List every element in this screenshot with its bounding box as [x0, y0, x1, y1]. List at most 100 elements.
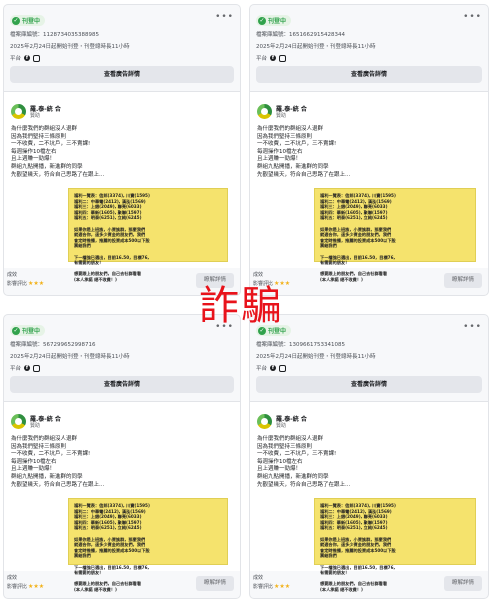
see-ad-details-button[interactable]: 查看廣告詳情: [256, 66, 482, 83]
platforms-row: 平台 f: [256, 364, 287, 372]
ad-preview: 羅.泰-統 合 贊助 為什麼我們的群組沒人退群 因為我們堅持三條原則 一不收費，二不…: [4, 401, 240, 592]
platforms-row: 平台 f: [10, 54, 41, 62]
ad-card-footer: 成效 影響評比 ★★★ 瞭解詳情: [250, 268, 488, 295]
ad-body-line: 且上週賺一勁爆！: [257, 466, 302, 473]
platforms-row: 平台 f: [256, 54, 287, 62]
see-ad-details-button[interactable]: 查看廣告詳情: [10, 376, 234, 393]
stat-label: 成效: [7, 575, 18, 581]
library-id: 檔案庫編號：1128734035388985: [10, 32, 99, 38]
ad-image-text-line: 福利一覽表：信邦(3374), 川寶(1595): [320, 193, 396, 198]
instagram-icon: [279, 364, 287, 372]
status-label: 刊登中: [22, 328, 41, 335]
ad-body-line: 先觀望幾天，符合自己思路了在跟上...: [11, 481, 105, 488]
ad-body-line: 群組九點開播，新進群的同學: [11, 473, 83, 480]
status-badge: ✓ 刊登中: [256, 15, 292, 26]
ad-body-line: 為什麼我們的群組沒人退群: [11, 126, 78, 132]
run-dates: 2025年2月24日起開始刊登・刊登總時長11小時: [256, 44, 376, 50]
ad-body-line: 且上週賺一勁爆！: [11, 466, 56, 473]
ad-body-text: 為什麼我們的群組沒人退群 因為我們堅持三條原則 一不收費，二不坑戶，三不賣課! 每週操…: [11, 126, 104, 179]
run-dates: 2025年2月24日起開始刊登・刊登總時長11小時: [256, 354, 376, 360]
ad-card: ✓ 刊登中 ••• 檔案庫編號：1309661753341085 2025年2月…: [249, 314, 489, 599]
library-id: 檔案庫編號：1651662915428344: [256, 32, 345, 38]
ad-image: 福利一覽表：信邦(3374), 川寶(1595) 福利二：中華電(2412), 漢…: [68, 188, 228, 282]
ad-body-text: 為什麼我們的群組沒人退群 因為我們堅持三條原則 一不收費，二不坑戶，三不賣課! 每週操…: [11, 436, 104, 489]
more-options-icon[interactable]: •••: [463, 12, 482, 22]
learn-more-button[interactable]: 瞭解詳情: [196, 576, 234, 591]
ad-body-line: 一不收費，二不坑戶，三不賣課!: [11, 451, 91, 458]
check-icon: ✓: [12, 326, 20, 335]
instagram-icon: [33, 364, 41, 372]
status-label: 刊登中: [268, 18, 287, 25]
ad-body-line: 群組九點開播，新進群的同學: [11, 163, 83, 170]
learn-more-button[interactable]: 瞭解詳情: [444, 273, 482, 288]
facebook-icon: f: [24, 55, 31, 61]
ad-body-line: 先觀望幾天，符合自己思路了在跟上...: [257, 171, 351, 178]
more-options-icon[interactable]: •••: [215, 12, 234, 22]
ad-image-text-line: 福利五：明泰(6251), 立純(6245): [320, 525, 388, 531]
ad-image-text-line: 有需要的朋友！: [74, 260, 104, 266]
rating-label: 影響評比: [7, 584, 28, 590]
ad-body-line: 為什麼我們的群組沒人退群: [257, 126, 324, 132]
rating-row: 影響評比 ★★★: [7, 583, 44, 590]
ad-card-header: ✓ 刊登中 ••• 檔案庫編號：1128734035388985 2025年2月…: [4, 5, 240, 83]
ad-image-text-line: 就適合你，這多少資金的朋友們，我們: [320, 232, 392, 238]
facebook-icon: f: [270, 365, 277, 371]
ad-image-text-line: 票給我們: [320, 243, 337, 249]
status-label: 刊登中: [22, 18, 41, 25]
ad-body-line: 為什麼我們的群組沒人退群: [257, 436, 324, 442]
stat-label: 成效: [253, 272, 264, 278]
rating-row: 影響評比 ★★★: [253, 583, 290, 590]
ad-card: ✓ 刊登中 ••• 檔案庫編號：567299652998716 2025年2月2…: [3, 314, 241, 599]
ad-image-text-line: 福利一覽表：信邦(3374), 川寶(1595): [74, 503, 150, 508]
ad-image-text-line: 就適合你，這多少資金的朋友們，我們: [320, 542, 392, 548]
platforms-label: 平台: [10, 366, 22, 372]
library-id: 檔案庫編號：1309661753341085: [256, 342, 345, 348]
platforms-label: 平台: [256, 366, 268, 372]
ad-body-line: 且上週賺一勁爆！: [257, 156, 302, 163]
run-dates: 2025年2月24日起開始刊登・刊登總時長11小時: [10, 44, 130, 50]
ad-body-line: 先觀望幾天，符合自己思路了在跟上...: [257, 481, 351, 488]
rating-label: 影響評比: [253, 584, 274, 590]
star-rating-icon: ★★★: [28, 583, 45, 590]
advertiser-logo: [11, 414, 26, 429]
more-options-icon[interactable]: •••: [463, 322, 482, 332]
ad-card-footer: 成效 影響評比 ★★★ 瞭解詳情: [250, 571, 488, 598]
sponsored-label: 贊助: [30, 423, 41, 429]
star-rating-icon: ★★★: [28, 280, 45, 287]
ad-image-text-line: 福利三：上銀(2049), 聯亮(6033): [74, 514, 142, 520]
ad-body-line: 一不收費，二不坑戶，三不賣課!: [257, 141, 337, 148]
ad-image-text-line: 就適合你，這多少資金的朋友們，我們: [74, 542, 146, 548]
ad-body-text: 為什麼我們的群組沒人退群 因為我們堅持三條原則 一不收費，二不坑戶，三不賣課! 每週操…: [257, 126, 350, 179]
ad-image-text-line: 票給我們: [74, 553, 91, 559]
run-dates: 2025年2月24日起開始刊登・刊登總時長11小時: [10, 354, 130, 360]
ad-body-line: 且上週賺一勁爆！: [11, 156, 56, 163]
learn-more-button[interactable]: 瞭解詳情: [444, 576, 482, 591]
fraud-stamp-text: 詐騙: [199, 283, 283, 329]
facebook-icon: f: [24, 365, 31, 371]
advertiser-logo: [257, 414, 272, 429]
ad-body-text: 為什麼我們的群組沒人退群 因為我們堅持三條原則 一不收費，二不坑戶，三不賣課! 每週操…: [257, 436, 350, 489]
check-icon: ✓: [258, 16, 266, 25]
advertiser-logo: [11, 104, 26, 119]
rating-label: 影響評比: [7, 281, 28, 287]
platforms-label: 平台: [256, 56, 268, 62]
sponsored-label: 贊助: [276, 423, 287, 429]
ad-body-line: 一不收費，二不坑戶，三不賣課!: [257, 451, 337, 458]
ad-image-text-line: 福利一覽表：信邦(3374), 川寶(1595): [320, 503, 396, 508]
ad-image-text-line: 福利五：明泰(6251), 立純(6245): [74, 215, 142, 221]
ad-image-text-line: 福利三：上銀(2049), 聯亮(6033): [74, 204, 142, 210]
ad-image-text-line: 票給我們: [320, 553, 337, 559]
ad-card: ✓ 刊登中 ••• 檔案庫編號：1128734035388985 2025年2月…: [3, 4, 241, 296]
see-ad-details-button[interactable]: 查看廣告詳情: [10, 66, 234, 83]
ad-body-line: 為什麼我們的群組沒人退群: [11, 436, 78, 442]
star-rating-icon: ★★★: [274, 583, 291, 590]
ad-image-text-line: 有需要的朋友！: [320, 260, 350, 266]
ad-image-text-line: 福利五：明泰(6251), 立純(6245): [74, 525, 142, 531]
rating-row: 影響評比 ★★★: [7, 280, 44, 287]
check-icon: ✓: [12, 16, 20, 25]
ad-image-text-line: 福利五：明泰(6251), 立純(6245): [320, 215, 388, 221]
see-ad-details-button[interactable]: 查看廣告詳情: [256, 376, 482, 393]
status-badge: ✓ 刊登中: [10, 325, 46, 336]
ad-card-footer: 成效 影響評比 ★★★ 瞭解詳情: [4, 571, 240, 598]
ad-card-header: ✓ 刊登中 ••• 檔案庫編號：1651662915428344 2025年2月…: [250, 5, 488, 83]
